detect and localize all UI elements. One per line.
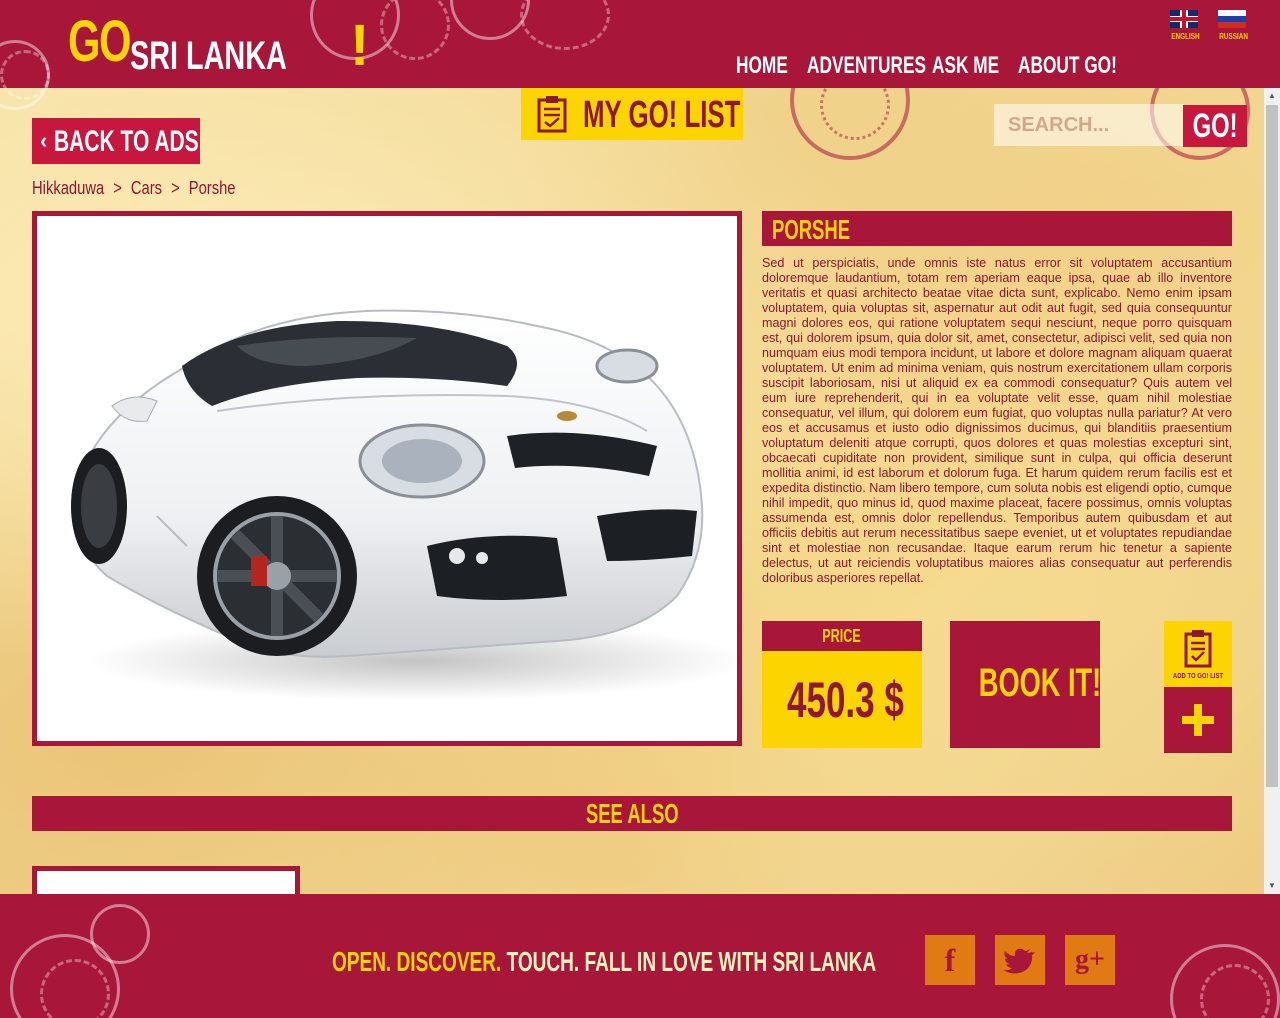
- slogan-fall-in-love: FALL IN LOVE WITH SRI LANKA: [584, 946, 877, 977]
- slogan-discover: DISCOVER.: [396, 946, 502, 977]
- logo-go: GO: [68, 9, 132, 74]
- car-image-frame: [32, 211, 742, 746]
- ornament: [90, 904, 150, 964]
- slogan-touch: TOUCH.: [506, 946, 580, 977]
- nav-home[interactable]: HOME: [736, 52, 788, 80]
- see-also-bar: SEE ALSO: [32, 796, 1232, 831]
- nav-adventures[interactable]: ADVENTURES: [807, 52, 926, 80]
- my-go-list-label: MY GO! LIST: [583, 94, 741, 136]
- ornament: [380, 0, 450, 60]
- footer-slogan: OPEN. DISCOVER. TOUCH. FALL IN LOVE WITH…: [332, 946, 876, 978]
- breadcrumb-item-hikkaduwa[interactable]: Hikkaduwa: [32, 178, 104, 198]
- breadcrumb-separator: >: [113, 178, 122, 198]
- lang-russian-label: RUSSIAN: [1219, 32, 1249, 41]
- scroll-down-arrow-icon[interactable]: ▼: [1264, 878, 1280, 894]
- lang-english-label: ENGLISH: [1171, 32, 1200, 41]
- site-logo[interactable]: GO SRI LANKA !: [68, 8, 369, 78]
- ornament: [450, 0, 530, 40]
- lang-russian[interactable]: RUSSIAN: [1216, 10, 1248, 41]
- back-to-ads-button[interactable]: ‹ BACK TO ADS: [32, 118, 200, 164]
- breadcrumb-item-current: Porshe: [188, 178, 236, 198]
- uk-flag-icon: [1170, 10, 1198, 28]
- listing-description: Sed ut perspiciatis, unde omnis iste nat…: [762, 256, 1232, 585]
- my-go-list-button[interactable]: MY GO! LIST: [521, 88, 743, 140]
- add-to-go-list-label: ADD TO GO! LIST: [1172, 673, 1224, 680]
- google-plus-icon: g+: [1075, 944, 1105, 975]
- white-sports-car-image: [71, 309, 737, 701]
- facebook-button[interactable]: f: [925, 935, 975, 985]
- listing-title: PORSHE: [772, 214, 851, 245]
- google-plus-button[interactable]: g+: [1065, 935, 1115, 985]
- russia-flag-icon: [1218, 10, 1246, 28]
- listing-title-bar: PORSHE: [762, 211, 1232, 246]
- site-footer: OPEN. DISCOVER. TOUCH. FALL IN LOVE WITH…: [0, 894, 1280, 1018]
- ornament: [520, 0, 610, 50]
- price-label-bar: PRICE: [762, 621, 922, 651]
- twitter-button[interactable]: [995, 935, 1045, 985]
- breadcrumb-separator: >: [171, 178, 180, 198]
- search-button[interactable]: GO!: [1183, 105, 1247, 147]
- breadcrumb: Hikkaduwa > Cars > Porshe: [32, 178, 240, 199]
- slogan-open: OPEN.: [332, 946, 392, 977]
- add-plus-button[interactable]: [1164, 687, 1232, 753]
- search-input[interactable]: [994, 104, 1184, 146]
- clipboard-icon: [537, 96, 567, 133]
- see-also-title: SEE ALSO: [585, 798, 679, 829]
- search-button-label: GO!: [1192, 107, 1238, 145]
- logo-bang: !: [350, 13, 370, 78]
- twitter-icon: [1003, 948, 1035, 974]
- price-label: PRICE: [822, 626, 862, 646]
- lang-english[interactable]: ENGLISH: [1168, 10, 1200, 41]
- site-header: GO SRI LANKA ! HOME ADVENTURES ASK ME AB…: [0, 0, 1280, 110]
- back-to-ads-label: BACK TO ADS: [54, 125, 199, 158]
- price-value-wrap: 450.3 $: [762, 671, 922, 729]
- chevron-left-icon: ‹: [40, 128, 48, 153]
- scroll-up-arrow-icon[interactable]: ▲: [1264, 88, 1280, 104]
- ornament: [0, 50, 50, 100]
- book-it-button[interactable]: BOOK IT!: [950, 621, 1102, 748]
- clipboard-check-icon: [1184, 630, 1212, 668]
- book-it-label: BOOK IT!: [978, 661, 1102, 705]
- breadcrumb-item-cars[interactable]: Cars: [131, 178, 162, 198]
- logo-name: SRI LANKA: [130, 34, 287, 78]
- nav-ask-me[interactable]: ASK ME: [932, 52, 999, 80]
- add-to-go-list-button[interactable]: ADD TO GO! LIST: [1164, 621, 1232, 687]
- nav-about[interactable]: ABOUT GO!: [1018, 52, 1117, 80]
- price-value: 450.3 $: [787, 672, 904, 728]
- see-also-card[interactable]: [32, 866, 300, 896]
- vertical-scrollbar[interactable]: ▲ ▼: [1264, 88, 1280, 894]
- scroll-thumb[interactable]: [1266, 105, 1278, 787]
- facebook-icon: f: [944, 942, 956, 978]
- price-box: PRICE 450.3 $: [762, 621, 922, 748]
